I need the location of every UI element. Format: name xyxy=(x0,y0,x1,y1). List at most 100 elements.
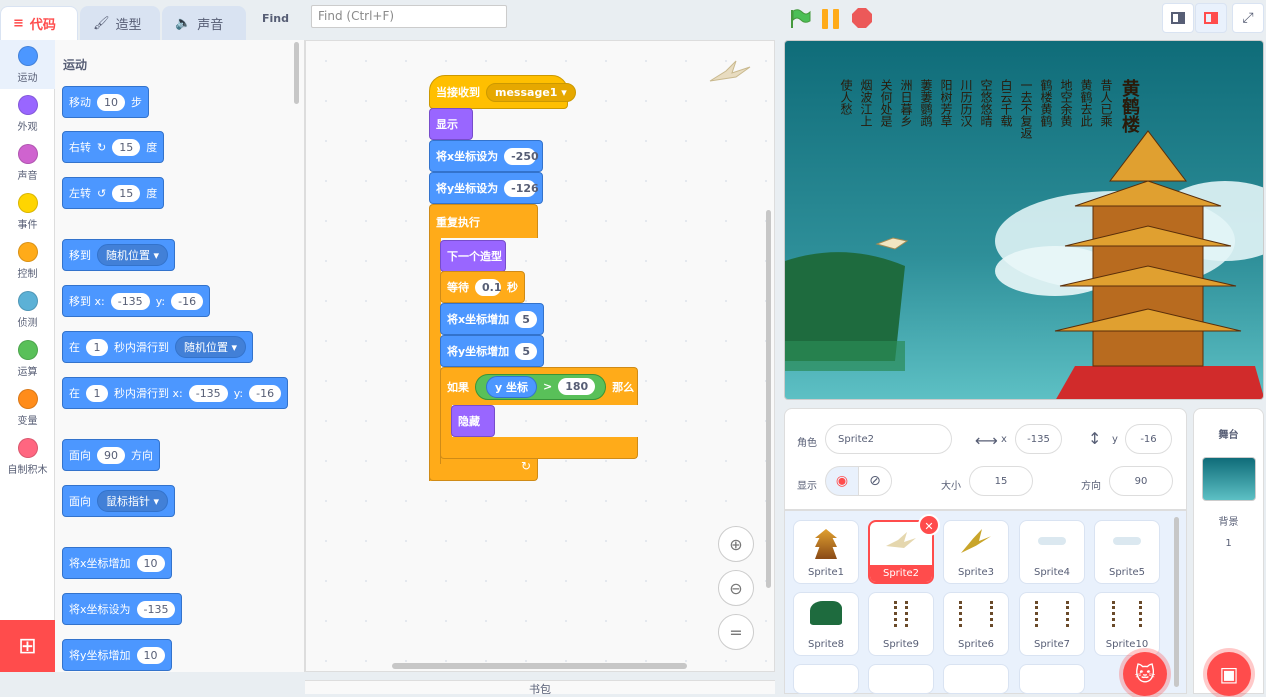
block-set-x[interactable]: 将x坐标设为 -135 xyxy=(62,593,183,625)
green-flag-icon[interactable] xyxy=(789,8,811,33)
block-change-x[interactable]: 将x坐标增加 5 xyxy=(440,303,544,335)
block-set-x[interactable]: 将x坐标设为 -250 xyxy=(429,140,543,172)
size-input[interactable]: 15 xyxy=(969,466,1033,496)
block-when-receive[interactable]: 当接收到 message1 ▾ xyxy=(429,75,576,109)
y-input[interactable]: -16 xyxy=(1125,424,1172,454)
delete-sprite-button[interactable]: ✕ xyxy=(918,514,940,536)
operator-greater-than[interactable]: y 坐标 > 180 xyxy=(475,373,607,400)
add-sprite-button[interactable]: 🐱 xyxy=(1123,652,1167,696)
sprite-thumb[interactable] xyxy=(793,664,859,694)
sprite-thumb[interactable] xyxy=(1019,664,1085,694)
x-input[interactable]: -135 xyxy=(1015,424,1062,454)
tab-costumes[interactable]: 🖌 造型 xyxy=(80,6,160,40)
zoom-in-button[interactable]: ⊕ xyxy=(718,526,754,562)
category-sound[interactable]: 声音 xyxy=(0,138,55,187)
stage-canvas[interactable]: 黄鹤楼 昔人已乘 黄鹤去此 地空余黄 鹤楼黄鹤 一去不复返 白云千载 空悠悠晴 … xyxy=(784,40,1264,400)
palette-scrollbar[interactable] xyxy=(294,42,299,104)
tab-sounds[interactable]: 🔈 声音 xyxy=(162,6,246,40)
script-horizontal-scrollbar[interactable] xyxy=(392,663,687,669)
sprite-name-input[interactable]: Sprite2 xyxy=(825,424,952,454)
mountain-icon xyxy=(810,601,842,625)
block-turn-right[interactable]: 右转 ↻ 15 度 xyxy=(62,131,165,163)
if-foot xyxy=(440,437,638,459)
sprite-thumb[interactable]: Sprite4 xyxy=(1019,520,1085,584)
sprite-thumb[interactable]: Sprite1 xyxy=(793,520,859,584)
message-dropdown[interactable]: message1 ▾ xyxy=(486,82,576,102)
block-point-towards[interactable]: 面向 鼠标指针 ▾ xyxy=(62,485,176,517)
sprite-watermark-icon xyxy=(706,55,754,89)
block-change-y[interactable]: 将y坐标增加 10 xyxy=(62,639,172,671)
eye-icon: ◉ xyxy=(835,473,849,489)
rotate-right-icon: ↻ xyxy=(97,140,107,154)
category-control[interactable]: 控制 xyxy=(0,236,55,285)
speaker-icon: 🔈 xyxy=(175,16,192,31)
block-point-direction[interactable]: 面向 90 方向 xyxy=(62,439,160,471)
pause-icon[interactable] xyxy=(820,8,842,33)
block-change-x[interactable]: 将x坐标增加 10 xyxy=(62,547,172,579)
sprite-thumb[interactable]: Sprite6 xyxy=(943,592,1009,656)
sprite-info-panel: 角色 Sprite2 ⟷ x -135 ↕ y -16 显示 ◉ ⊘ 大小 15… xyxy=(784,408,1187,510)
palette-title: 运动 xyxy=(63,58,88,72)
category-sensing[interactable]: 侦测 xyxy=(0,285,55,334)
category-variables[interactable]: 变量 xyxy=(0,383,55,432)
block-glide-xy[interactable]: 在 1 秒内滑行到 x: -135 y: -16 xyxy=(62,377,289,409)
cloud-icon xyxy=(1113,537,1141,545)
sprite-thumb[interactable]: Sprite3 xyxy=(943,520,1009,584)
block-forever[interactable]: 重复执行 xyxy=(429,204,538,238)
block-goto[interactable]: 移到 随机位置 ▾ xyxy=(62,239,176,271)
direction-input[interactable]: 90 xyxy=(1109,466,1173,496)
backdrop-thumbnail[interactable] xyxy=(1201,457,1256,501)
script-area[interactable]: 当接收到 message1 ▾ 显示 将x坐标设为 -250 将y坐标设为 -126 … xyxy=(305,40,775,672)
goto-dropdown[interactable]: 随机位置 ▾ xyxy=(97,244,169,266)
block-change-y[interactable]: 将y坐标增加 5 xyxy=(440,335,544,367)
sprite-thumb[interactable]: Sprite10 xyxy=(1094,592,1160,656)
find-label: Find xyxy=(262,12,289,25)
sprite-thumb[interactable]: Sprite8 xyxy=(793,592,859,656)
add-backdrop-button[interactable]: ▣ xyxy=(1207,652,1251,696)
category-events[interactable]: 事件 xyxy=(0,187,55,236)
block-turn-left[interactable]: 左转 ↺ 15 度 xyxy=(62,177,165,209)
point-towards-dropdown[interactable]: 鼠标指针 ▾ xyxy=(97,490,169,512)
script-vertical-scrollbar[interactable] xyxy=(766,210,771,588)
block-show[interactable]: 显示 xyxy=(429,108,473,140)
category-motion[interactable]: 运动 xyxy=(0,40,55,89)
block-next-costume[interactable]: 下一个造型 xyxy=(440,240,506,272)
sprite-thumb[interactable]: Sprite7 xyxy=(1019,592,1085,656)
hide-visible-button[interactable]: ⊘ xyxy=(858,466,892,496)
trash-icon: ✕ xyxy=(924,520,934,533)
category-my-blocks[interactable]: 自制积木 xyxy=(0,432,55,481)
code-icon: ≡ xyxy=(13,16,24,31)
sprite-thumb[interactable]: Sprite9 xyxy=(868,592,934,656)
category-operators[interactable]: 运算 xyxy=(0,334,55,383)
block-if[interactable]: 如果 y 坐标 > 180 那么 xyxy=(440,367,638,405)
sprite-list-scrollbar[interactable] xyxy=(1174,517,1179,687)
glide-dropdown[interactable]: 随机位置 ▾ xyxy=(175,336,247,358)
add-extension-button[interactable]: ⊞ xyxy=(0,620,55,672)
large-stage-button[interactable] xyxy=(1195,3,1227,33)
tab-code[interactable]: ≡ 代码 xyxy=(0,6,78,40)
block-wait[interactable]: 等待 0.1 秒 xyxy=(440,271,525,303)
show-visible-button[interactable]: ◉ xyxy=(825,466,859,496)
stage-title: 舞台 xyxy=(1218,430,1239,441)
small-stage-button[interactable] xyxy=(1162,3,1194,33)
sprite-thumb[interactable]: Sprite5 xyxy=(1094,520,1160,584)
sprite-thumb[interactable] xyxy=(868,664,934,694)
fullscreen-button[interactable]: ⤢ xyxy=(1232,3,1264,33)
y-arrows-icon: ↕ xyxy=(1088,429,1102,448)
block-move-steps[interactable]: 移动 10 步 xyxy=(62,86,149,118)
sprite-thumb[interactable] xyxy=(943,664,1009,694)
category-looks[interactable]: 外观 xyxy=(0,89,55,138)
block-set-y[interactable]: 将y坐标设为 -126 xyxy=(429,172,543,204)
block-goto-xy[interactable]: 移到 x: -135 y: -16 xyxy=(62,285,211,317)
zoom-out-button[interactable]: ⊖ xyxy=(718,570,754,606)
zoom-reset-button[interactable]: = xyxy=(718,614,754,650)
find-input[interactable]: Find (Ctrl+F) xyxy=(311,5,507,28)
block-hide[interactable]: 隐藏 xyxy=(451,405,495,437)
stop-icon[interactable] xyxy=(852,8,872,28)
large-stage-icon xyxy=(1204,12,1218,24)
calligraphy-icon xyxy=(1035,601,1069,627)
eye-slash-icon: ⊘ xyxy=(869,473,881,489)
block-glide[interactable]: 在 1 秒内滑行到 随机位置 ▾ xyxy=(62,331,254,363)
backpack[interactable]: 书包 xyxy=(305,680,775,696)
sensor-y-position[interactable]: y 坐标 xyxy=(486,375,537,398)
